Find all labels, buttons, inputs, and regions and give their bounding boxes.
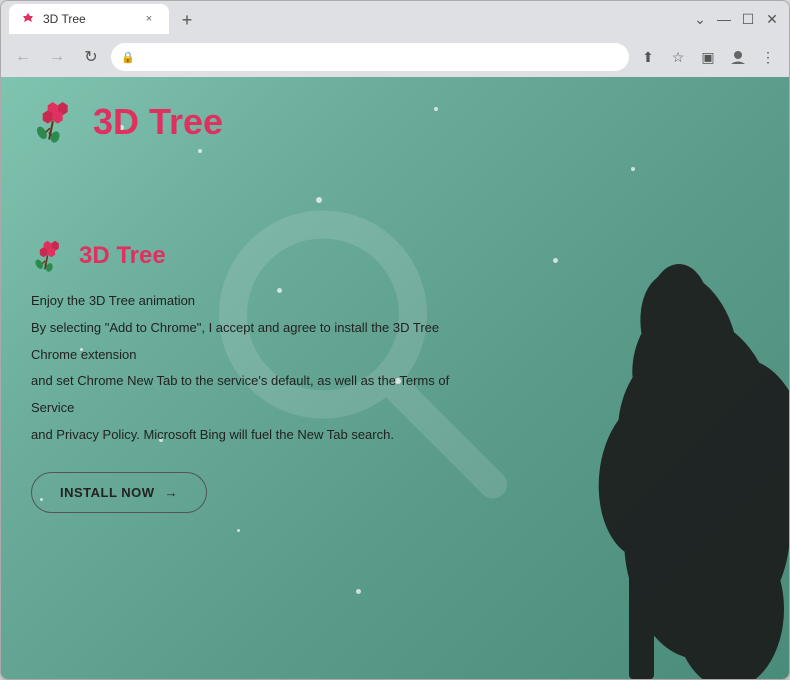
snowflake [356,589,361,594]
forward-button[interactable]: → [43,43,71,71]
description-line-4: and set Chrome New Tab to the service's … [31,371,531,392]
tab-close-button[interactable]: × [141,11,157,27]
active-tab[interactable]: 3D Tree × [9,4,169,34]
header-title: 3D Tree [93,101,223,143]
bookmark-button[interactable]: ☆ [665,44,691,70]
tree-silhouette [509,259,789,679]
menu-button[interactable]: ⋮ [755,44,781,70]
window-controls: ⌄ — ☐ ✕ [691,11,781,28]
page-content: 3D Tree 3D Tree Enjoy the 3D Tree anim [1,77,789,679]
nav-bar: ← → ↻ 🔒 ⬆ ☆ ▣ ⋮ [1,37,789,77]
share-button[interactable]: ⬆ [635,44,661,70]
address-bar[interactable]: 🔒 [111,43,629,71]
header-logo-icon [31,97,81,147]
close-window-button[interactable]: ✕ [763,11,781,28]
nav-actions: ⬆ ☆ ▣ ⋮ [635,44,781,70]
title-bar: 3D Tree × + ⌄ — ☐ ✕ [1,1,789,37]
description-line-5: Service [31,398,531,419]
install-arrow-icon: → [165,485,179,500]
profile-button[interactable] [725,44,751,70]
browser-window: 3D Tree × + ⌄ — ☐ ✕ ← → ↻ 🔒 ⬆ ☆ ▣ [0,0,790,680]
tab-bar: 3D Tree × + [9,4,687,34]
tab-title: 3D Tree [43,12,133,26]
description-line-3: Chrome extension [31,345,531,366]
content-logo-icon [31,237,69,275]
lock-icon: 🔒 [121,51,135,64]
reload-button[interactable]: ↻ [77,43,105,71]
content-logo-area: 3D Tree [31,237,531,275]
extensions-button[interactable]: ▣ [695,44,721,70]
new-tab-button[interactable]: + [173,6,201,34]
tab-favicon [21,12,35,26]
minimize-button[interactable]: — [715,11,733,27]
description-line-1: Enjoy the 3D Tree animation [31,291,531,312]
back-button[interactable]: ← [9,43,37,71]
description-line-2: By selecting "Add to Chrome", I accept a… [31,318,531,339]
maximize-button[interactable]: ☐ [739,11,757,28]
install-now-button[interactable]: INSTALL NOW → [31,472,207,513]
header-logo-area: 3D Tree [31,97,223,147]
description-line-6: and Privacy Policy. Microsoft Bing will … [31,425,531,446]
install-now-label: INSTALL NOW [60,485,155,500]
content-panel: 3D Tree Enjoy the 3D Tree animation By s… [31,237,531,513]
chevron-icon: ⌄ [691,11,709,28]
content-title: 3D Tree [79,242,166,270]
